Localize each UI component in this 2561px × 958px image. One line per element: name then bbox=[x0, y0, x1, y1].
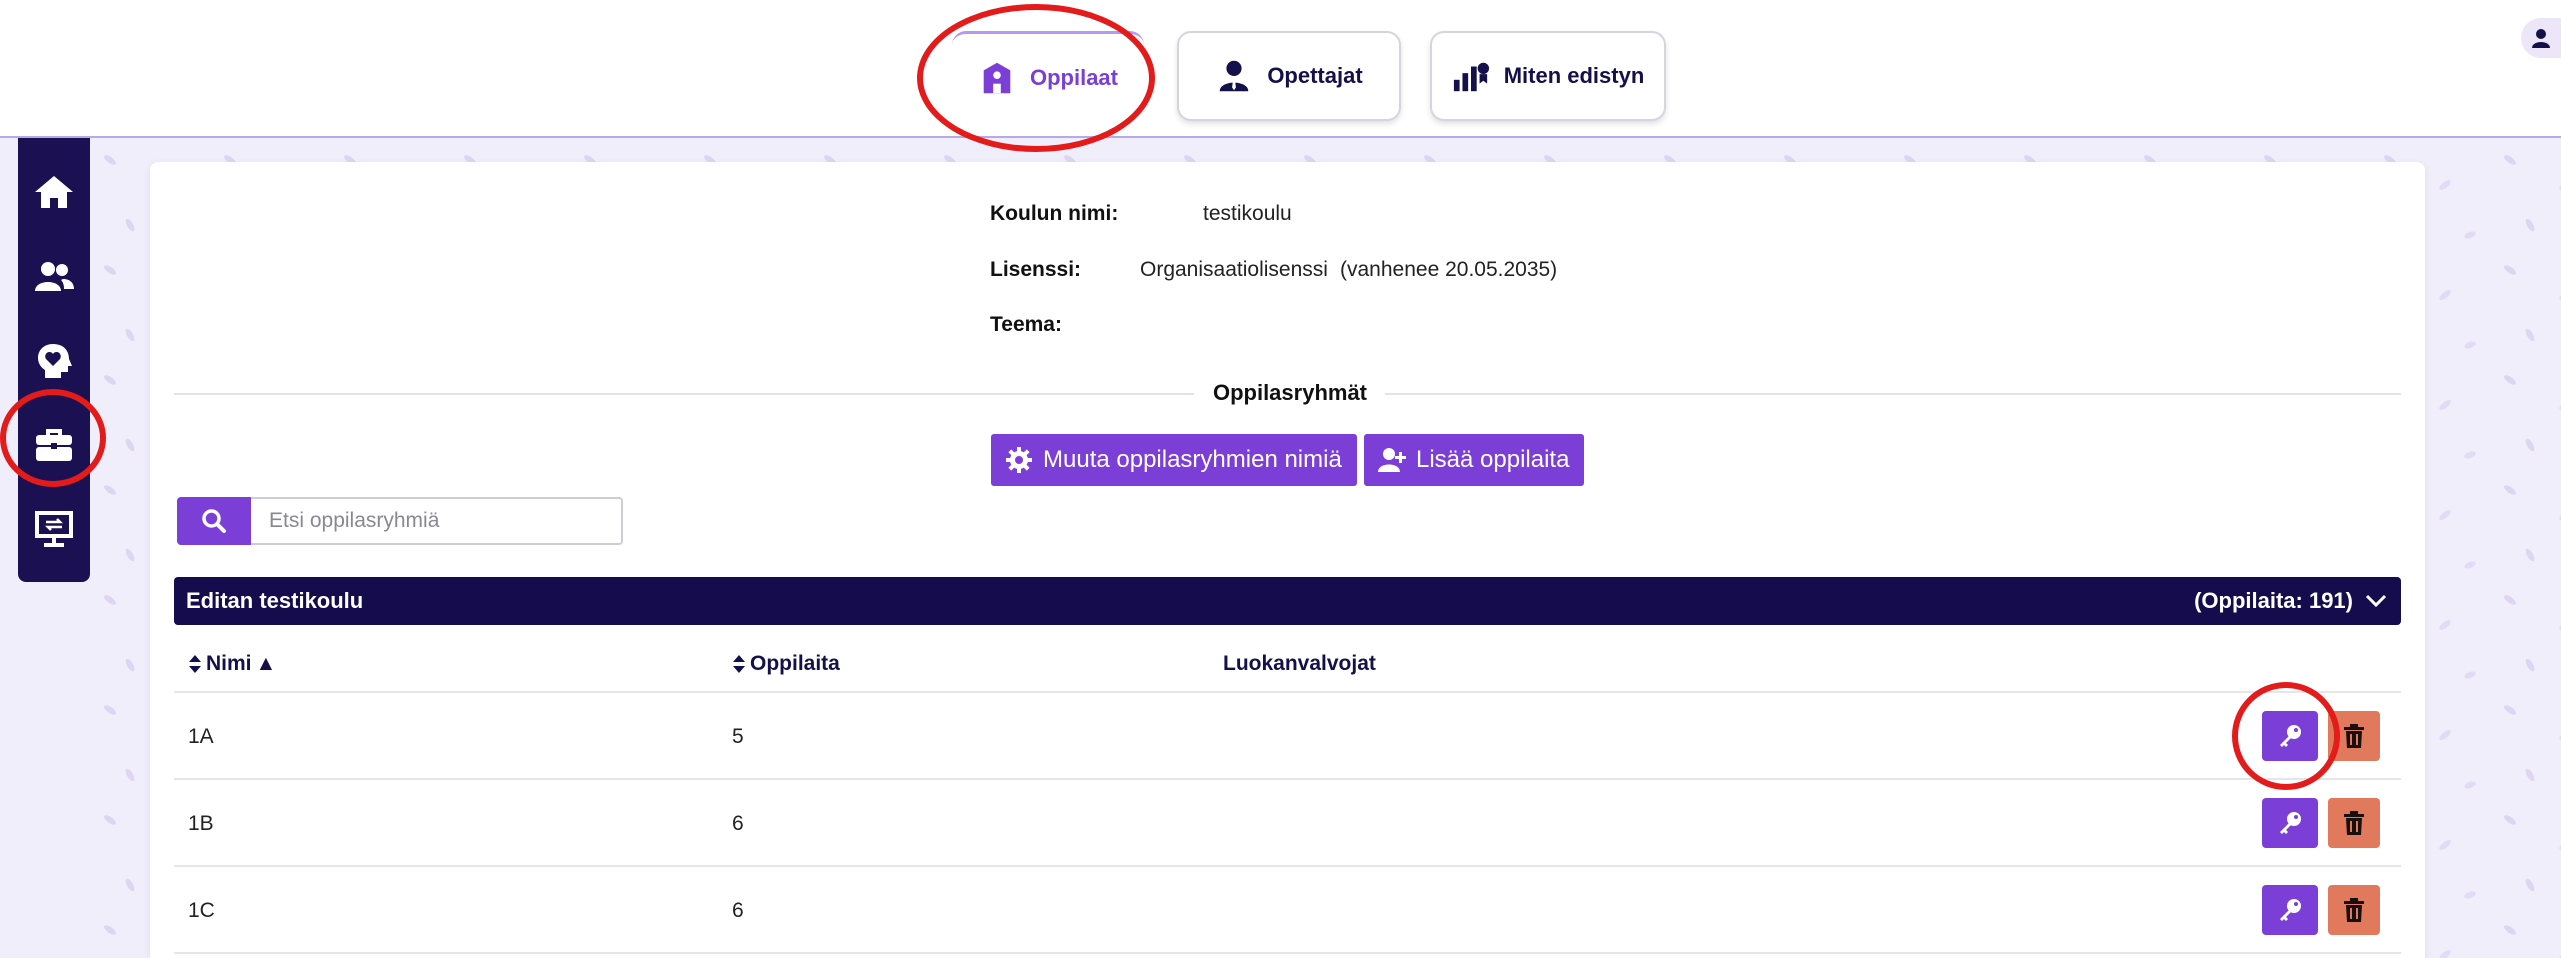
student-count-cell: 6 bbox=[732, 899, 744, 922]
group-name-cell: 1B bbox=[188, 812, 214, 835]
group-accordion-header[interactable]: Editan testikoulu (Oppilaita: 191) bbox=[174, 577, 2401, 625]
column-header-students[interactable]: Oppilaita bbox=[732, 652, 840, 676]
group-access-key-button[interactable] bbox=[2262, 885, 2318, 935]
sidebar-item-presentation[interactable] bbox=[28, 503, 80, 555]
progress-chart-icon bbox=[1453, 62, 1489, 92]
key-icon bbox=[2280, 725, 2301, 747]
table-header-separator bbox=[174, 691, 2401, 693]
add-user-icon bbox=[1378, 448, 1406, 472]
groups-section-title: Oppilasryhmät bbox=[1212, 380, 1368, 405]
license-expiry: (vanhenee 20.05.2035) bbox=[1340, 258, 1558, 281]
chevron-down-icon bbox=[2365, 594, 2387, 608]
school-name-value: testikoulu bbox=[1203, 202, 1292, 225]
gear-icon bbox=[1006, 447, 1032, 473]
add-students-label: Lisää oppilaita bbox=[1416, 446, 1570, 473]
briefcase-icon bbox=[36, 429, 72, 461]
group-name-cell: 1C bbox=[188, 899, 215, 922]
school-icon bbox=[983, 62, 1011, 93]
section-divider-right bbox=[1385, 393, 2401, 395]
user-menu-button[interactable] bbox=[2521, 18, 2561, 58]
column-header-supervisors: Luokanvalvojat bbox=[1223, 652, 1376, 676]
row-separator bbox=[174, 865, 2401, 867]
row-separator bbox=[174, 952, 2401, 954]
search-button[interactable] bbox=[177, 497, 251, 545]
presentation-switch-icon bbox=[35, 511, 73, 547]
top-navigation-bar: Oppilaat Opettajat Miten edistyn bbox=[0, 0, 2561, 138]
sort-ascending-marker: ▲ bbox=[255, 652, 277, 675]
trash-icon bbox=[2344, 898, 2364, 922]
delete-group-button[interactable] bbox=[2328, 798, 2380, 848]
group-access-key-button[interactable] bbox=[2262, 711, 2318, 761]
school-name-label: Koulun nimi: bbox=[990, 202, 1119, 225]
sidebar-item-home[interactable] bbox=[28, 166, 80, 218]
tab-label: Miten edistyn bbox=[1503, 63, 1645, 88]
column-header-name[interactable]: Nimi ▲ bbox=[188, 652, 276, 676]
column-header-students-label: Oppilaita bbox=[750, 652, 840, 675]
student-count-cell: 6 bbox=[732, 812, 744, 835]
school-panel: Koulun nimi: testikoulu Lisenssi: Organi… bbox=[150, 162, 2425, 958]
sort-icon bbox=[189, 655, 201, 673]
column-header-name-label: Nimi bbox=[206, 652, 252, 675]
sidebar-item-users[interactable] bbox=[28, 251, 80, 303]
student-count-cell: 5 bbox=[732, 725, 744, 748]
group-student-count: (Oppilaita: 191) bbox=[2194, 588, 2353, 613]
home-icon bbox=[35, 176, 73, 208]
row-separator bbox=[174, 778, 2401, 780]
theme-label: Teema: bbox=[990, 313, 1062, 336]
tab-oppilaat[interactable]: Oppilaat bbox=[952, 31, 1144, 121]
rename-groups-button[interactable]: Muuta oppilasryhmien nimiä bbox=[991, 434, 1357, 486]
head-heart-icon bbox=[38, 344, 72, 378]
user-icon bbox=[2532, 29, 2550, 48]
license-label: Lisenssi: bbox=[990, 258, 1082, 281]
delete-group-button[interactable] bbox=[2328, 711, 2380, 761]
tab-label: Opettajat bbox=[1267, 63, 1363, 88]
section-divider-left bbox=[174, 393, 1194, 395]
key-icon bbox=[2280, 812, 2301, 834]
tab-opettajat[interactable]: Opettajat bbox=[1177, 31, 1401, 121]
trash-icon bbox=[2344, 811, 2364, 835]
tab-miten-edistyn[interactable]: Miten edistyn bbox=[1430, 31, 1666, 121]
sidebar bbox=[18, 138, 90, 582]
column-header-supervisors-label: Luokanvalvojat bbox=[1223, 652, 1376, 675]
group-search-input[interactable] bbox=[251, 497, 623, 545]
sort-icon bbox=[733, 655, 745, 673]
rename-groups-label: Muuta oppilasryhmien nimiä bbox=[1043, 446, 1342, 473]
teacher-icon bbox=[1220, 60, 1249, 92]
search-icon bbox=[202, 509, 226, 533]
sidebar-item-tools[interactable] bbox=[28, 419, 80, 471]
license-value: Organisaatiolisenssi bbox=[1140, 258, 1328, 281]
group-name-cell: 1A bbox=[188, 725, 214, 748]
sidebar-item-wellbeing[interactable] bbox=[28, 335, 80, 387]
users-icon bbox=[35, 262, 74, 291]
add-students-button[interactable]: Lisää oppilaita bbox=[1364, 434, 1584, 486]
group-name: Editan testikoulu bbox=[186, 588, 364, 613]
key-icon bbox=[2280, 899, 2301, 921]
tab-label: Oppilaat bbox=[1029, 64, 1118, 90]
group-access-key-button[interactable] bbox=[2262, 798, 2318, 848]
trash-icon bbox=[2344, 724, 2364, 748]
delete-group-button[interactable] bbox=[2328, 885, 2380, 935]
